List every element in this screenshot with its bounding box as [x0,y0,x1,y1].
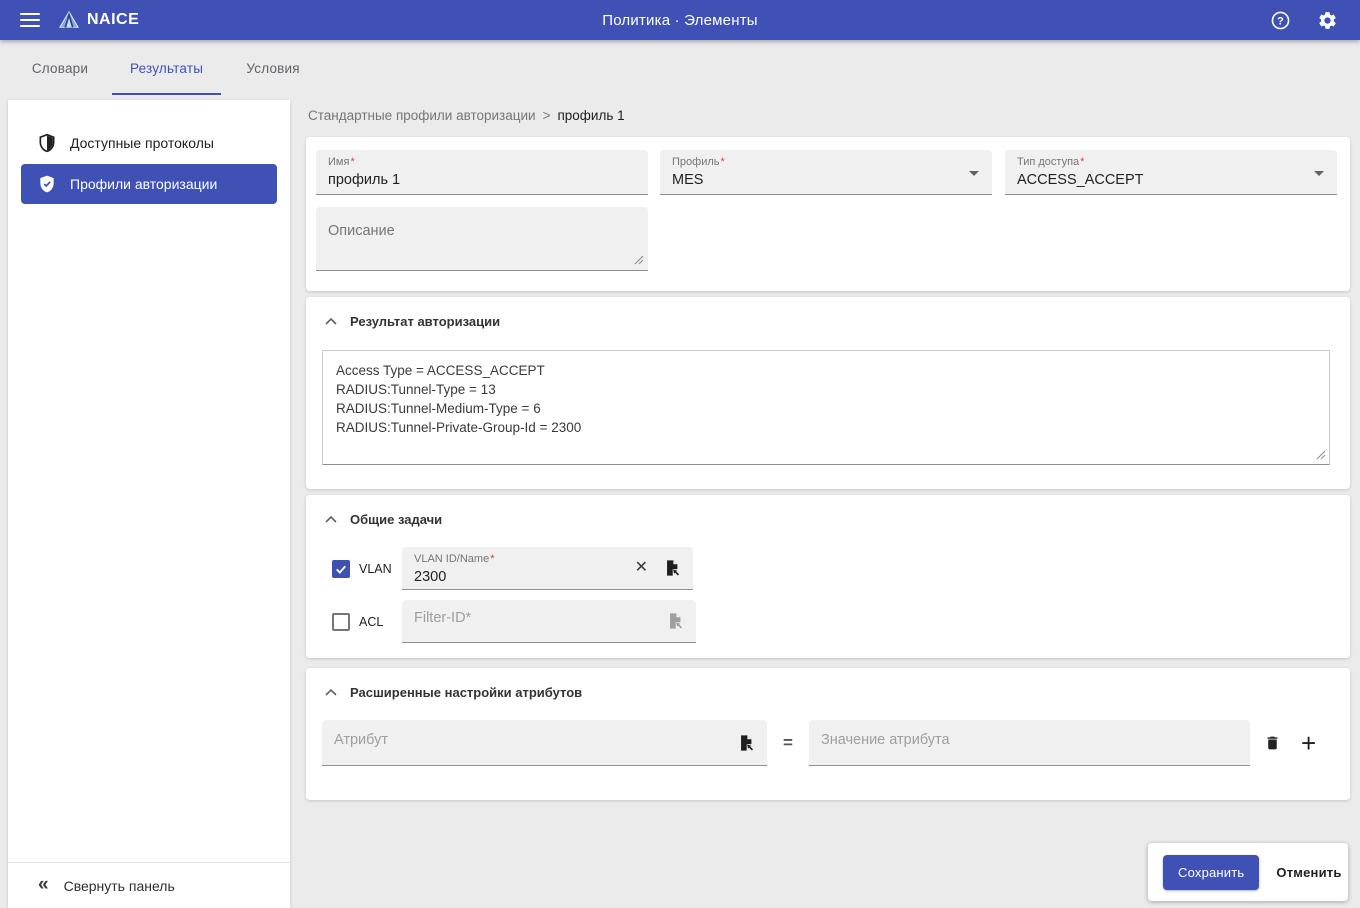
required-asterisk: * [350,156,354,168]
check-icon [334,562,348,576]
collapse-panel-label: Свернуть панель [64,878,175,894]
chevron-down-icon [969,171,979,176]
shield-half-icon [37,133,57,153]
brand: NAICE [58,9,139,31]
breadcrumb-separator: > [543,108,551,123]
profile-field-label: Профиль [672,156,720,168]
access-type-field-label: Тип доступа [1017,156,1079,168]
screen: NAICE Политика · Элементы ? Словари Резу… [0,0,1360,908]
required-asterisk: * [490,553,494,565]
vlan-id-field[interactable]: VLAN ID/Name* ✕ [402,547,693,590]
sidebar-item-label: Доступные протоколы [70,135,214,151]
action-bar: Сохранить Отменить [1148,843,1348,901]
collapse-section-icon[interactable] [325,516,337,523]
vlan-task-row: VLAN VLAN ID/Name* ✕ [332,547,693,590]
attribute-input[interactable] [334,732,723,748]
menu-icon[interactable] [20,13,40,27]
auth-result-textarea[interactable]: Access Type = ACCESS_ACCEPT RADIUS:Tunne… [322,350,1330,465]
attribute-value-input[interactable] [821,732,1238,748]
acl-checkbox-label: ACL [359,615,392,629]
advanced-attributes-card: Расширенные настройки атрибутов [306,668,1350,800]
breadcrumb: Стандартные профили авторизации > профиль … [308,108,625,123]
tab-bar: Словари Результаты Условия [8,40,325,96]
required-asterisk: * [721,156,725,168]
vlan-checkbox-label: VLAN [359,562,392,576]
cancel-button[interactable]: Отменить [1274,859,1343,886]
acl-checkbox[interactable] [332,613,350,631]
collapse-panel-button[interactable]: « Свернуть панель [8,862,290,908]
settings-icon[interactable] [1317,10,1338,31]
profile-form-card: Имя* Профиль* Тип доступа* [306,137,1350,291]
naice-logo-icon [58,9,80,31]
collapse-section-icon[interactable] [325,318,337,325]
shield-check-icon [37,174,57,194]
main-content: Стандартные профили авторизации > профиль … [306,96,1350,908]
dictionary-picker-icon-disabled[interactable] [666,612,684,635]
common-tasks-card: Общие задачи VLAN VLAN ID/Name* ✕ [306,495,1350,658]
collapse-section-icon[interactable] [325,689,337,696]
sidebar-item-auth-profiles[interactable]: Профили авторизации [21,164,277,204]
profile-select-field[interactable]: Профиль* [660,150,992,195]
vlan-checkbox[interactable] [332,560,350,578]
clear-icon[interactable]: ✕ [635,558,648,578]
help-icon[interactable]: ? [1270,10,1291,31]
dictionary-picker-icon[interactable] [663,559,681,582]
auth-result-card: Результат авторизации Access Type = ACCE… [306,297,1350,489]
brand-name: NAICE [87,11,139,29]
equals-sign: = [783,733,793,753]
app-bar: NAICE Политика · Элементы ? [0,0,1360,40]
appbar-actions: ? [1270,10,1346,31]
vlan-id-field-label: VLAN ID/Name [414,553,489,565]
svg-text:?: ? [1277,15,1284,27]
tab-results[interactable]: Результаты [112,40,221,96]
tab-dictionaries[interactable]: Словари [8,40,112,96]
save-button[interactable]: Сохранить [1163,855,1259,890]
collapse-panel-icon: « [38,875,49,894]
filter-id-input[interactable] [414,610,652,626]
dictionary-picker-icon[interactable] [737,734,755,757]
section-title-auth-result: Результат авторизации [350,314,500,329]
required-asterisk: * [1080,156,1084,168]
delete-row-icon[interactable] [1264,734,1281,752]
breadcrumb-current: профиль 1 [557,108,624,123]
page-title: Политика · Элементы [0,12,1360,29]
breadcrumb-parent[interactable]: Стандартные профили авторизации [308,108,536,123]
filter-id-field[interactable] [402,600,696,643]
attribute-row: = + [322,720,1316,766]
description-field[interactable] [316,207,648,271]
description-textarea[interactable] [316,207,648,270]
add-row-icon[interactable]: + [1301,733,1316,753]
section-title-advanced: Расширенные настройки атрибутов [350,685,582,700]
attribute-value-field[interactable] [809,720,1250,766]
name-input[interactable] [328,172,636,188]
sidebar-item-available-protocols[interactable]: Доступные протоколы [21,123,277,163]
sidebar: Доступные протоколы Профили авторизации … [8,100,290,908]
access-type-select-value[interactable] [1017,172,1325,188]
sidebar-item-label: Профили авторизации [70,176,217,192]
access-type-select-field[interactable]: Тип доступа* [1005,150,1337,195]
name-field[interactable]: Имя* [316,150,648,195]
profile-select-value[interactable] [672,172,980,188]
attribute-field[interactable] [322,720,767,766]
tab-conditions[interactable]: Условия [221,40,325,96]
chevron-down-icon [1314,171,1324,176]
acl-task-row: ACL [332,600,696,643]
name-field-label: Имя [328,156,349,168]
section-title-common-tasks: Общие задачи [350,512,442,527]
